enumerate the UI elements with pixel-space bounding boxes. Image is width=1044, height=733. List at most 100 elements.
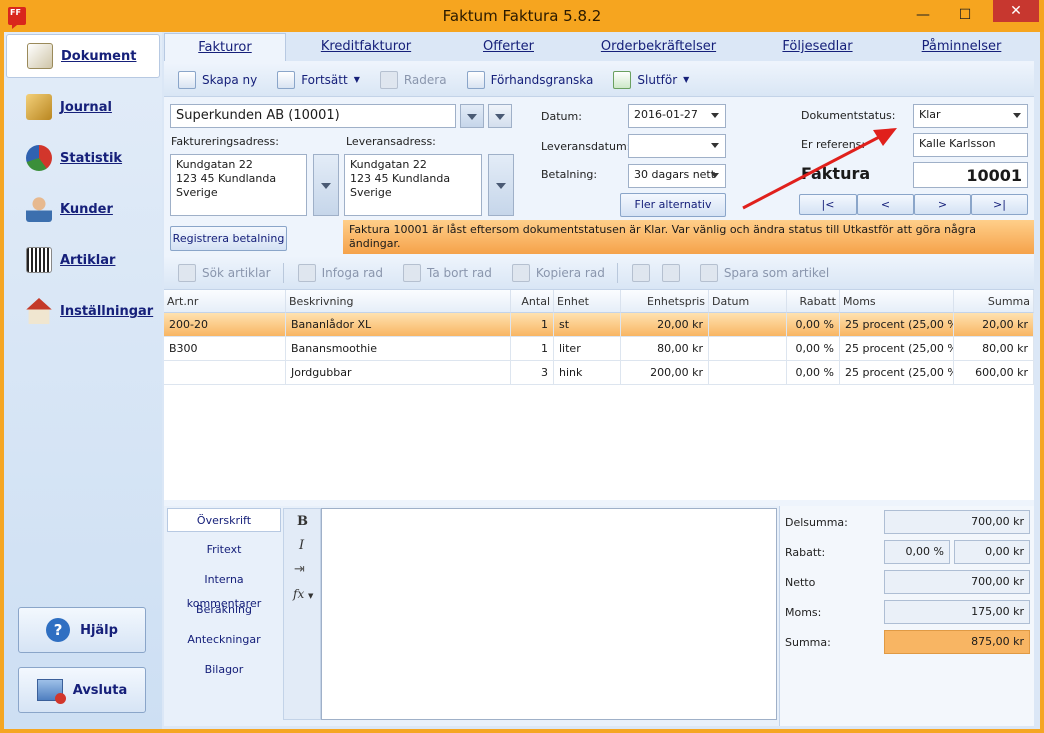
bottom-tab-calculation[interactable]: Beräkning [167, 598, 281, 622]
cell-description: Banansmoothie [286, 337, 511, 361]
customer-card-button[interactable] [488, 104, 512, 128]
barcode-icon [26, 247, 52, 273]
bottom-tab-internal-comments[interactable]: Interna kommentarer [167, 568, 281, 610]
delivery-address-field[interactable]: Kundgatan 22 123 45 Kundlanda Sverige [344, 154, 482, 216]
tab-foljesedlar[interactable]: Följesedlar [746, 33, 889, 61]
move-down-button[interactable] [656, 261, 686, 285]
sidebar-item-artiklar[interactable]: Artiklar [6, 238, 160, 282]
column-header[interactable]: Enhet [554, 290, 621, 313]
close-icon[interactable]: ✕ [993, 0, 1039, 22]
subtotal-field: 700,00 kr [884, 510, 1030, 534]
document-toolbar: Skapa ny Fortsätt ▼ Radera Förhandsgransk… [164, 63, 1034, 97]
payment-value: 30 dagars nett [634, 168, 716, 181]
sidebar-item-statistik[interactable]: Statistik [6, 136, 160, 180]
indent-icon[interactable]: ⇥ [294, 562, 305, 577]
delete-icon [379, 70, 398, 89]
sidebar-item-label: Statistik [60, 150, 123, 166]
more-options-button[interactable]: Fler alternativ [620, 193, 726, 217]
tab-bar: Fakturor Kreditfakturor Offerter Orderbe… [164, 33, 1034, 61]
document-icon [27, 43, 53, 69]
cell-discount: 0,00 % [787, 337, 840, 361]
search-articles-button[interactable]: Sök artiklar [172, 261, 277, 285]
next-record-button[interactable]: > [914, 194, 971, 215]
subtotal-label: Delsumma: [785, 516, 848, 529]
pie-chart-icon [26, 145, 52, 171]
exit-button[interactable]: Avsluta [18, 667, 146, 713]
help-button[interactable]: ? Hjälp [18, 607, 146, 653]
discount-percent-field[interactable]: 0,00 % [884, 540, 950, 564]
discount-amount-field[interactable]: 0,00 kr [954, 540, 1030, 564]
preview-button[interactable]: Förhandsgranska [461, 68, 600, 92]
cell-description: Jordgubbar [286, 361, 511, 385]
column-header[interactable]: Summa [954, 290, 1034, 313]
cell-date [709, 337, 787, 361]
remove-row-button[interactable]: Ta bort rad [397, 261, 498, 285]
table-row[interactable]: Jordgubbar 3 hink 200,00 kr 0,00 % 25 pr… [164, 361, 1034, 385]
discount-label: Rabatt: [785, 546, 826, 559]
cell-artnr: B300 [164, 337, 286, 361]
maximize-icon[interactable]: ☐ [950, 4, 980, 26]
text-editor[interactable] [321, 508, 777, 720]
billing-address-dropdown[interactable] [313, 154, 339, 216]
column-header[interactable]: Antal [511, 290, 554, 313]
save-as-article-button[interactable]: Spara som artikel [694, 261, 835, 285]
cell-artnr: 200-20 [164, 313, 286, 337]
minimize-icon[interactable]: — [908, 4, 938, 26]
move-up-button[interactable] [626, 261, 656, 285]
payment-select[interactable]: 30 dagars nett [628, 164, 726, 188]
date-field[interactable]: 2016-01-27 [628, 104, 726, 128]
column-header[interactable]: Rabatt [787, 290, 840, 313]
cell-date [709, 361, 787, 385]
function-icon[interactable]: fx ▼ [293, 587, 313, 601]
status-select[interactable]: Klar [913, 104, 1028, 128]
sidebar-item-label: Journal [60, 99, 112, 115]
column-header[interactable]: Beskrivning [286, 290, 511, 313]
sidebar-item-dokument[interactable]: Dokument [6, 34, 160, 78]
tab-kreditfakturor[interactable]: Kreditfakturor [286, 33, 446, 61]
arrow-up-icon [631, 263, 650, 282]
delivery-address-dropdown[interactable] [488, 154, 514, 216]
remove-row-icon [403, 263, 422, 282]
create-new-button[interactable]: Skapa ny [172, 68, 263, 92]
bold-icon[interactable]: B [297, 514, 308, 529]
insert-row-button[interactable]: Infoga rad [292, 261, 389, 285]
italic-icon[interactable]: I [299, 538, 304, 553]
bottom-tab-heading[interactable]: Överskrift [167, 508, 281, 532]
payment-label: Betalning: [541, 168, 598, 181]
sidebar-item-installningar[interactable]: Inställningar [6, 289, 160, 333]
billing-address-field[interactable]: Kundgatan 22 123 45 Kundlanda Sverige [170, 154, 307, 216]
cell-unit: liter [554, 337, 621, 361]
table-row[interactable]: 200-20 Bananlådor XL 1 st 20,00 kr 0,00 … [164, 313, 1034, 337]
reference-field[interactable]: Kalle Karlsson [913, 133, 1028, 157]
customer-dropdown-button[interactable] [460, 104, 484, 128]
tab-paminnelser[interactable]: Påminnelser [889, 33, 1034, 61]
register-payment-button[interactable]: Registrera betalning [170, 226, 287, 251]
help-icon: ? [46, 618, 71, 642]
net-field: 700,00 kr [884, 570, 1030, 594]
last-record-button[interactable]: >| [971, 194, 1028, 215]
tab-fakturor[interactable]: Fakturor [164, 33, 286, 61]
continue-button[interactable]: Fortsätt ▼ [271, 68, 366, 92]
date-value: 2016-01-27 [634, 108, 698, 121]
copy-row-button[interactable]: Kopiera rad [506, 261, 611, 285]
customer-field[interactable]: Superkunden AB (10001) [170, 104, 456, 128]
delete-button[interactable]: Radera [374, 68, 453, 92]
sidebar-item-journal[interactable]: Journal [6, 85, 160, 129]
save-article-icon [699, 263, 718, 282]
bottom-tab-freetext[interactable]: Fritext [167, 538, 281, 562]
cell-price: 200,00 kr [621, 361, 709, 385]
delivery-date-field[interactable] [628, 134, 726, 158]
column-header[interactable]: Moms [840, 290, 954, 313]
column-header[interactable]: Datum [709, 290, 787, 313]
bottom-tab-attachments[interactable]: Bilagor [167, 658, 281, 682]
tab-orderbekraftelser[interactable]: Orderbekräftelser [571, 33, 746, 61]
sidebar-item-kunder[interactable]: Kunder [6, 187, 160, 231]
column-header[interactable]: Art.nr [164, 290, 286, 313]
sidebar-item-label: Kunder [60, 201, 113, 217]
tab-offerter[interactable]: Offerter [446, 33, 571, 61]
column-header[interactable]: Enhetspris [621, 290, 709, 313]
bottom-tab-notes[interactable]: Anteckningar [167, 628, 281, 652]
finish-button[interactable]: Slutför ▼ [607, 68, 695, 92]
table-row[interactable]: B300 Banansmoothie 1 liter 80,00 kr 0,00… [164, 337, 1034, 361]
cell-vat: 25 procent (25,00 %) [840, 313, 954, 337]
